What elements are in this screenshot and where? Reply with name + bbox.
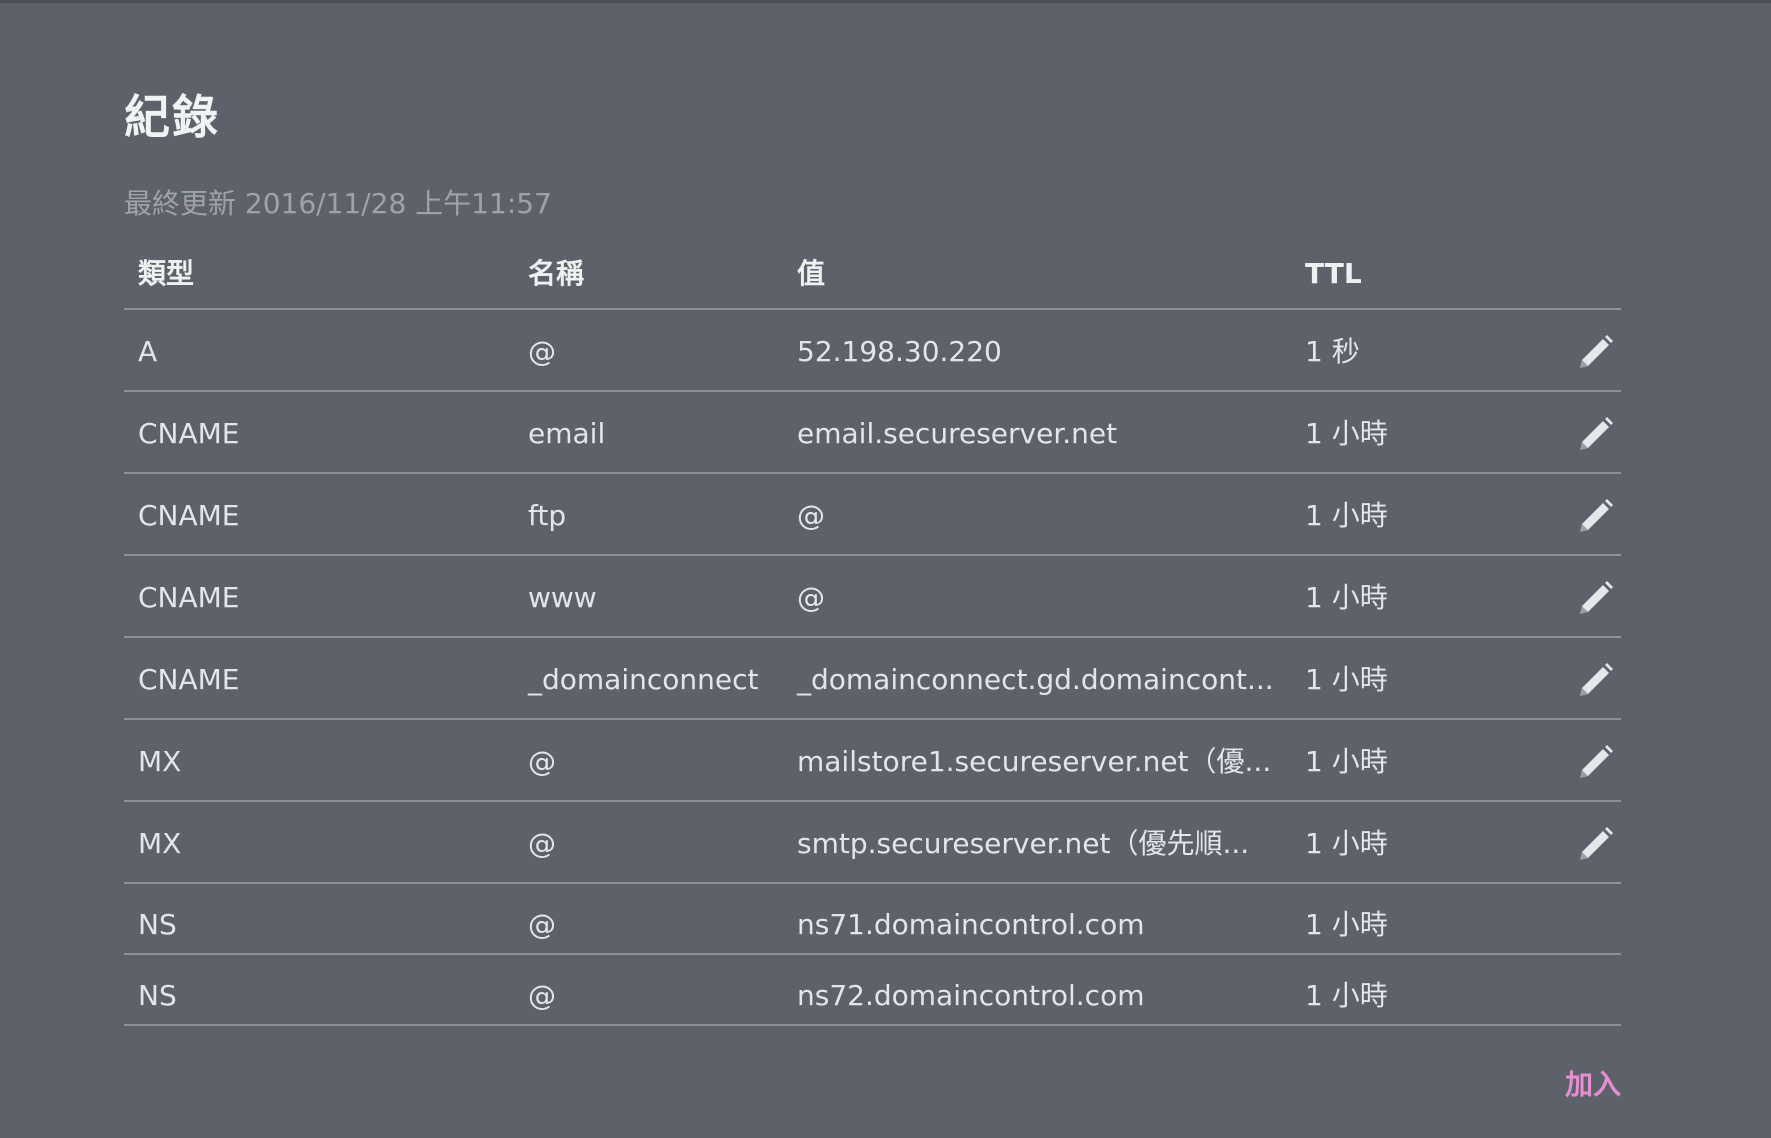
record-name: ftp xyxy=(528,499,567,532)
record-name: www xyxy=(528,581,597,614)
table-row: MX @ smtp.secureserver.net（優先順... 1 小時 xyxy=(124,802,1621,884)
pencil-icon xyxy=(1580,827,1613,860)
table-row: CNAME email email.secureserver.net 1 小時 xyxy=(124,392,1621,474)
record-type: MX xyxy=(138,827,182,860)
record-type: MX xyxy=(138,745,182,778)
record-type: NS xyxy=(138,908,177,941)
pencil-icon xyxy=(1580,663,1613,696)
last-updated-text: 最終更新 2016/11/28 上午11:57 xyxy=(124,187,552,220)
edit-record-button[interactable] xyxy=(1572,578,1616,622)
record-value: 52.198.30.220 xyxy=(797,335,1002,368)
edit-record-button[interactable] xyxy=(1572,414,1616,458)
table-row: CNAME ftp @ 1 小時 xyxy=(124,474,1621,556)
pencil-icon xyxy=(1580,499,1613,532)
column-header-type: 類型 xyxy=(138,257,195,290)
table-header-row: 類型 名稱 值 TTL xyxy=(124,250,1621,310)
record-name: @ xyxy=(528,827,556,860)
dns-records-table: 類型 名稱 值 TTL A @ 52.198.30.220 1 秒 CNAME … xyxy=(124,250,1621,1026)
table-row: NS @ ns72.domaincontrol.com 1 小時 xyxy=(124,955,1621,1026)
pencil-icon xyxy=(1580,581,1613,614)
record-ttl: 1 小時 xyxy=(1305,745,1388,778)
record-value: smtp.secureserver.net（優先順... xyxy=(797,827,1250,860)
record-type: NS xyxy=(138,979,177,1012)
record-ttl: 1 小時 xyxy=(1305,417,1388,450)
add-record-link[interactable]: 加入 xyxy=(1565,1068,1621,1102)
record-type: CNAME xyxy=(138,499,240,532)
edit-record-button[interactable] xyxy=(1572,660,1616,704)
dns-records-panel: 紀錄 最終更新 2016/11/28 上午11:57 類型 名稱 值 TTL A… xyxy=(124,0,1621,1138)
column-header-name: 名稱 xyxy=(528,257,585,290)
table-row: CNAME _domainconnect _domainconnect.gd.d… xyxy=(124,638,1621,720)
column-header-value: 值 xyxy=(797,257,826,290)
record-value: _domainconnect.gd.domaincont... xyxy=(797,663,1274,696)
record-name: @ xyxy=(528,745,556,778)
pencil-icon xyxy=(1580,417,1613,450)
page-title: 紀錄 xyxy=(124,90,220,144)
record-name: @ xyxy=(528,335,556,368)
table-row: A @ 52.198.30.220 1 秒 xyxy=(124,310,1621,392)
record-name: email xyxy=(528,417,606,450)
edit-record-button[interactable] xyxy=(1572,824,1616,868)
record-name: @ xyxy=(528,908,556,941)
edit-record-button[interactable] xyxy=(1572,332,1616,376)
record-name: @ xyxy=(528,979,556,1012)
record-value: ns72.domaincontrol.com xyxy=(797,979,1145,1012)
record-value: email.secureserver.net xyxy=(797,417,1118,450)
record-ttl: 1 小時 xyxy=(1305,499,1388,532)
pencil-icon xyxy=(1580,745,1613,778)
record-name: _domainconnect xyxy=(528,663,759,696)
table-row: CNAME www @ 1 小時 xyxy=(124,556,1621,638)
edit-record-button[interactable] xyxy=(1572,742,1616,786)
record-ttl: 1 小時 xyxy=(1305,581,1388,614)
table-row: MX @ mailstore1.secureserver.net（優... 1 … xyxy=(124,720,1621,802)
record-ttl: 1 小時 xyxy=(1305,827,1388,860)
table-row: NS @ ns71.domaincontrol.com 1 小時 xyxy=(124,884,1621,955)
record-value: @ xyxy=(797,581,825,614)
record-value: @ xyxy=(797,499,825,532)
record-type: CNAME xyxy=(138,663,240,696)
record-type: CNAME xyxy=(138,417,240,450)
column-header-ttl: TTL xyxy=(1305,257,1362,290)
record-ttl: 1 小時 xyxy=(1305,663,1388,696)
record-ttl: 1 秒 xyxy=(1305,335,1360,368)
pencil-icon xyxy=(1580,335,1613,368)
record-type: CNAME xyxy=(138,581,240,614)
record-ttl: 1 小時 xyxy=(1305,979,1388,1012)
record-type: A xyxy=(138,335,158,368)
record-value: ns71.domaincontrol.com xyxy=(797,908,1145,941)
edit-record-button[interactable] xyxy=(1572,496,1616,540)
record-ttl: 1 小時 xyxy=(1305,908,1388,941)
record-value: mailstore1.secureserver.net（優... xyxy=(797,745,1272,778)
